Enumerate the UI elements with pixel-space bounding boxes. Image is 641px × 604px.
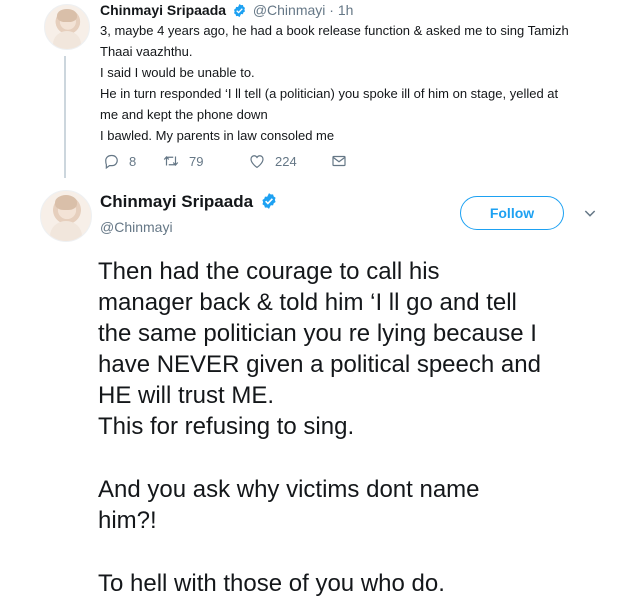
reply-button[interactable]: 8: [102, 152, 162, 170]
thread-connector-line: [64, 56, 66, 178]
direct-message-button[interactable]: [330, 152, 348, 170]
heart-icon: [250, 155, 264, 169]
tweet-text-line: I bawled. My parents in law consoled me: [100, 128, 335, 143]
author-name[interactable]: Chinmayi Sripaada: [100, 2, 226, 18]
tweet-header: Chinmayi Sripaada @Chinmayi · 1h: [100, 2, 353, 18]
tweet-text-line: Then had the courage to call his: [98, 258, 440, 285]
envelope-icon: [332, 155, 346, 167]
retweet-icon: [163, 155, 179, 167]
tweet-text-line: have NEVER given a political speech and: [98, 351, 541, 378]
author-handle[interactable]: @Chinmayi: [100, 219, 173, 235]
tweet-text: Then had the courage to call his manager…: [98, 256, 633, 599]
tweet-text-line: me and kept the phone down: [100, 107, 268, 122]
reply-icon: [105, 154, 118, 170]
avatar[interactable]: [44, 4, 90, 50]
chevron-down-icon[interactable]: [582, 205, 598, 221]
retweet-count: 79: [189, 153, 204, 169]
tweet-text-line: I said I would be unable to.: [100, 65, 255, 80]
avatar-hair: [55, 195, 77, 210]
avatar-hair: [57, 8, 77, 22]
tweet-text-line: Thaai vaazhthu.: [100, 44, 193, 59]
retweet-button[interactable]: 79: [162, 152, 248, 170]
tweet-text: 3, maybe 4 years ago, he had a book rele…: [100, 20, 620, 146]
avatar-body: [52, 31, 82, 49]
tweet-text-line: manager back & told him ‘I ll go and tel…: [98, 289, 517, 316]
reply-count: 8: [129, 153, 137, 169]
like-count: 224: [275, 153, 297, 169]
avatar[interactable]: [40, 190, 92, 242]
avatar-body: [50, 221, 82, 241]
tweet-author: Chinmayi Sripaada: [100, 192, 280, 212]
tweet-actions: 8 79 224: [102, 150, 348, 172]
tweet-text-line: 3, maybe 4 years ago, he had a book rele…: [100, 23, 569, 38]
tweet-text-line: This for refusing to sing.: [98, 413, 355, 440]
tweet-text-line: him?!: [98, 507, 157, 534]
verified-badge-icon: [262, 193, 276, 209]
tweet-text-line: the same politician you re lying because…: [98, 320, 537, 347]
tweet-text-line: To hell with those of you who do.: [98, 570, 445, 597]
like-button[interactable]: 224: [248, 152, 330, 170]
tweet-text-line: And you ask why victims dont name: [98, 476, 480, 503]
follow-button[interactable]: Follow: [460, 196, 564, 230]
author-handle-time[interactable]: @Chinmayi · 1h: [253, 2, 354, 18]
verified-badge-icon: [233, 3, 245, 18]
tweet-text-line: He in turn responded ‘I ll tell (a polit…: [100, 86, 559, 101]
tweet-text-line: HE will trust ME.: [98, 382, 275, 409]
author-name[interactable]: Chinmayi Sripaada: [100, 192, 253, 211]
